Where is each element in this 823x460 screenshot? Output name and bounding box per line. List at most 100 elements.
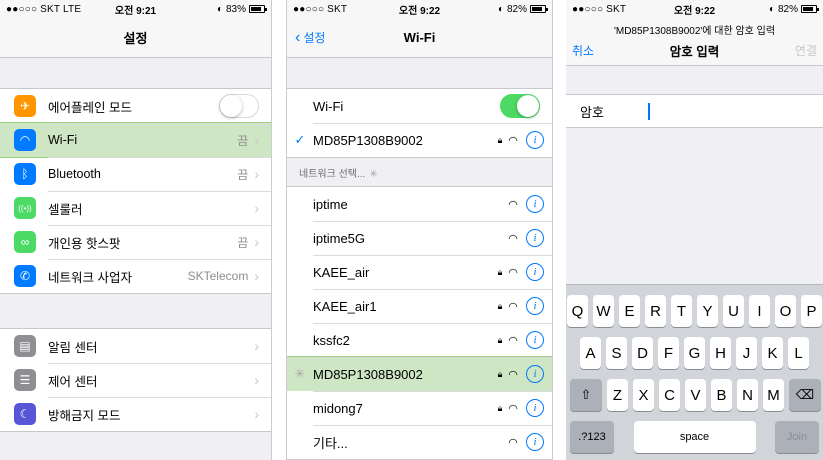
wifi-signal-icon: ◠ [508,334,518,347]
spinner-icon: ✳ [369,169,378,180]
network-name: midong7 [313,400,363,416]
info-icon[interactable]: i [526,263,544,281]
wifi-signal-icon: ◠ [508,368,518,381]
key-j[interactable]: J [736,337,757,369]
shift-key[interactable]: ⇧ [570,379,602,411]
key-i[interactable]: I [749,295,770,327]
nav-bar: 설정 [0,18,271,58]
chevron-left-icon: ‹ [295,28,301,46]
connected-network-row[interactable]: ✓ MD85P1308B9002 🔒︎ ◠ i [287,123,552,157]
info-icon[interactable]: i [526,433,544,451]
network-row[interactable]: 기타... ◠ i [287,425,552,459]
wifi-signal-icon: ◠ [508,134,518,147]
network-name: kssfc2 [313,332,350,348]
lock-icon: 🔒︎ [497,134,503,145]
settings-row-value: SKTelecom [187,269,249,283]
join-key[interactable]: Join [775,421,819,453]
settings-row[interactable]: ᛒ Bluetooth 끔 › [0,157,271,191]
chevron-right-icon: › [254,268,259,284]
status-time: 오전 9:22 [398,5,441,17]
wifi-signal-icon: ◠ [508,266,518,279]
network-row[interactable]: midong7 🔒︎ ◠ i [287,391,552,425]
wifi-toggle[interactable] [500,94,540,118]
info-icon[interactable]: i [526,297,544,315]
network-row[interactable]: iptime ◠ i [287,187,552,221]
key-o[interactable]: O [775,295,796,327]
settings-row[interactable]: ☾ 방해금지 모드 › [0,397,271,431]
page-title: Wi-Fi [403,30,436,45]
battery-icon [801,5,819,13]
spinner-icon: ✳ [294,366,306,381]
keyboard-row-1: QWERTYUIOP [566,295,823,327]
cancel-button[interactable]: 취소 [572,42,594,59]
hotspot-icon: ∞ [14,231,36,253]
key-p[interactable]: P [801,295,822,327]
status-time: 오전 9:22 [673,5,716,17]
wifi-signal-icon: ◠ [508,300,518,313]
join-button[interactable]: 연결 [795,42,817,59]
settings-row[interactable]: ☰ 제어 센터 › [0,363,271,397]
info-icon[interactable]: i [526,331,544,349]
numbers-key[interactable]: .?123 [570,421,614,453]
network-row[interactable]: KAEE_air1 🔒︎ ◠ i [287,289,552,323]
key-h[interactable]: H [710,337,731,369]
airplane-mode-toggle[interactable] [219,94,259,118]
key-y[interactable]: Y [697,295,718,327]
battery-icon [249,5,267,13]
chevron-right-icon: › [254,406,259,422]
info-icon[interactable]: i [526,229,544,247]
key-l[interactable]: L [788,337,809,369]
key-g[interactable]: G [684,337,705,369]
settings-row[interactable]: ∞ 개인용 핫스팟 끔 › [0,225,271,259]
info-icon[interactable]: i [526,399,544,417]
checkmark-icon: ✓ [294,132,306,147]
settings-row-label: 네트워크 사업자 [48,270,132,285]
back-label: 설정 [303,31,326,45]
settings-group-system: ▤ 알림 센터 › ☰ 제어 센터 › ☾ 방해금지 모드 › [0,328,271,432]
key-f[interactable]: F [658,337,679,369]
network-row[interactable]: ✳ MD85P1308B9002 🔒︎ ◠ i [287,356,552,392]
key-n[interactable]: N [737,379,758,411]
key-k[interactable]: K [762,337,783,369]
lock-icon: 🔒︎ [497,368,503,379]
keyboard: QWERTYUIOP ASDFGHJKL ⇧ ZXCVBNM ⌫ .?123 s… [566,284,823,460]
space-key[interactable]: space [633,421,756,453]
bluetooth-icon: ᛒ [14,163,36,185]
keyboard-row-4: .?123 space Join [566,421,823,453]
key-w[interactable]: W [593,295,614,327]
key-s[interactable]: S [606,337,627,369]
key-b[interactable]: B [711,379,732,411]
info-icon[interactable]: i [526,365,544,383]
key-m[interactable]: M [763,379,784,411]
back-button[interactable]: ‹ 설정 [295,29,325,47]
chevron-right-icon: › [254,234,259,250]
info-icon[interactable]: i [526,195,544,213]
network-name: iptime [313,196,348,212]
network-row[interactable]: KAEE_air 🔒︎ ◠ i [287,255,552,289]
key-e[interactable]: E [619,295,640,327]
key-u[interactable]: U [723,295,744,327]
key-d[interactable]: D [632,337,653,369]
settings-row[interactable]: ▤ 알림 센터 › [0,329,271,363]
keyboard-row-2: ASDFGHJKL [566,337,823,369]
password-field[interactable]: 암호 [566,94,823,128]
settings-row[interactable]: ✆ 네트워크 사업자 SKTelecom › [0,259,271,293]
network-row[interactable]: kssfc2 🔒︎ ◠ i [287,323,552,357]
network-row[interactable]: iptime5G ◠ i [287,221,552,255]
network-name: iptime5G [313,230,366,246]
key-r[interactable]: R [645,295,666,327]
key-a[interactable]: A [580,337,601,369]
settings-row[interactable]: ✈ 에어플레인 모드 [0,89,271,123]
key-z[interactable]: Z [607,379,628,411]
settings-row[interactable]: ◠ Wi-Fi 끔 › [0,122,271,158]
control-center-icon: ☰ [14,369,36,391]
key-t[interactable]: T [671,295,692,327]
settings-screen: ●●○○○ SKT LTE 오전 9:21 ◐ 83% 설정 ✈ 에어플레인 모드… [0,0,272,460]
key-c[interactable]: C [659,379,680,411]
settings-row[interactable]: ((•)) 셀룰러 › [0,191,271,225]
key-v[interactable]: V [685,379,706,411]
info-icon[interactable]: i [526,131,544,149]
key-x[interactable]: X [633,379,654,411]
key-q[interactable]: Q [567,295,588,327]
delete-key[interactable]: ⌫ [789,379,821,411]
